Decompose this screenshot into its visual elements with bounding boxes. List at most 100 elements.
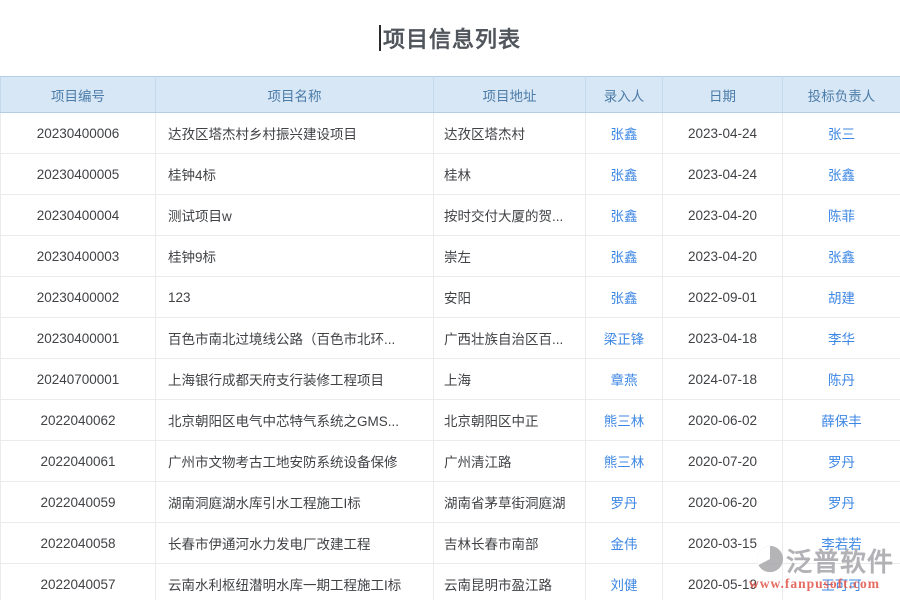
- table-header: 项目编号 项目名称 项目地址 录入人 日期 投标负责人: [1, 77, 900, 113]
- table-row: 20240700001上海银行成都天府支行装修工程项目上海章燕2024-07-1…: [1, 359, 900, 400]
- column-header-date: 日期: [663, 77, 783, 113]
- enterer-link[interactable]: 张鑫: [611, 127, 638, 142]
- table-row: 2022040059湖南洞庭湖水库引水工程施工I标湖南省茅草街洞庭湖罗丹2020…: [1, 482, 900, 523]
- table-row: 2022040061广州市文物考古工地安防系统设备保修广州清江路熊三林2020-…: [1, 441, 900, 482]
- cell-project-name: 广州市文物考古工地安防系统设备保修: [156, 441, 434, 482]
- enterer-link[interactable]: 金伟: [611, 537, 638, 552]
- cell-bid-manager[interactable]: 张三: [783, 113, 900, 154]
- cell-enterer[interactable]: 张鑫: [586, 277, 663, 318]
- bid-manager-link[interactable]: 张鑫: [828, 250, 855, 265]
- table-row: 2022040058长春市伊通河水力发电厂改建工程吉林长春市南部 金伟 2020-0…: [1, 523, 900, 564]
- column-header-enterer: 录入人: [586, 77, 663, 113]
- cell-project-address: 湖南省茅草街洞庭湖: [434, 482, 586, 523]
- cell-bid-manager[interactable]: 李华: [783, 318, 900, 359]
- cell-date: 2023-04-20: [663, 236, 783, 277]
- cell-project-code: 2022040062: [1, 400, 156, 441]
- cell-project-code: 20230400004: [1, 195, 156, 236]
- cell-project-name: 北京朝阳区电气中芯特气系统之GMS...: [156, 400, 434, 441]
- cell-date: 2023-04-24: [663, 113, 783, 154]
- enterer-link[interactable]: 张鑫: [611, 209, 638, 224]
- bid-manager-link[interactable]: 张三: [828, 127, 855, 142]
- cell-bid-manager[interactable]: 王可可: [783, 564, 900, 600]
- cell-enterer[interactable]: 梁正锋: [586, 318, 663, 359]
- cell-enterer[interactable]: 张鑫: [586, 236, 663, 277]
- cell-project-code: 2022040057: [1, 564, 156, 600]
- bid-manager-link[interactable]: 陈菲: [828, 209, 855, 224]
- cell-bid-manager[interactable]: 陈丹: [783, 359, 900, 400]
- cell-bid-manager[interactable]: 罗丹: [783, 482, 900, 523]
- project-table: 项目编号 项目名称 项目地址 录入人 日期 投标负责人 20230400006达…: [0, 76, 900, 600]
- cell-enterer[interactable]: 刘健: [586, 564, 663, 600]
- cell-project-code: 2022040058: [1, 523, 156, 564]
- table-body: 20230400006达孜区塔杰村乡村振兴建设项目达孜区塔杰村张鑫2023-04…: [1, 113, 900, 600]
- cell-bid-manager[interactable]: 罗丹: [783, 441, 900, 482]
- bid-manager-link[interactable]: 王可可: [821, 578, 862, 593]
- enterer-link[interactable]: 罗丹: [611, 496, 638, 511]
- enterer-link[interactable]: 章燕: [611, 373, 638, 388]
- cell-date: 2020-03-15: [663, 523, 783, 564]
- cell-project-code: 20230400005: [1, 154, 156, 195]
- cell-project-code: 20240700001: [1, 359, 156, 400]
- table-row: 20230400004测试项目w按时交付大厦的贺...张鑫2023-04-20陈…: [1, 195, 900, 236]
- cell-date: 2024-07-18: [663, 359, 783, 400]
- bid-manager-link[interactable]: 胡建: [828, 291, 855, 306]
- cell-enterer[interactable]: 章燕: [586, 359, 663, 400]
- cell-project-name: 123: [156, 277, 434, 318]
- title-bar: 项目信息列表: [0, 0, 900, 76]
- bid-manager-link[interactable]: 罗丹: [828, 496, 855, 511]
- cell-enterer[interactable]: 金伟: [586, 523, 663, 564]
- cell-project-address: 吉林长春市南部: [434, 523, 586, 564]
- cell-date: 2023-04-20: [663, 195, 783, 236]
- cell-enterer[interactable]: 张鑫: [586, 195, 663, 236]
- enterer-link[interactable]: 熊三林: [604, 455, 645, 470]
- cell-project-code: 20230400001: [1, 318, 156, 359]
- enterer-link[interactable]: 张鑫: [611, 168, 638, 183]
- table-row: 20230400005桂钟4标桂林张鑫2023-04-24张鑫: [1, 154, 900, 195]
- cell-project-name: 达孜区塔杰村乡村振兴建设项目: [156, 113, 434, 154]
- cell-bid-manager[interactable]: 李若若: [783, 523, 900, 564]
- enterer-link[interactable]: 刘健: [611, 578, 638, 593]
- bid-manager-link[interactable]: 陈丹: [828, 373, 855, 388]
- cell-bid-manager[interactable]: 陈菲: [783, 195, 900, 236]
- cell-enterer[interactable]: 熊三林: [586, 400, 663, 441]
- cell-enterer[interactable]: 张鑫: [586, 113, 663, 154]
- cell-project-name: 湖南洞庭湖水库引水工程施工I标: [156, 482, 434, 523]
- column-header-project-name: 项目名称: [156, 77, 434, 113]
- cell-date: 2022-09-01: [663, 277, 783, 318]
- cell-project-address: 云南昆明市盈江路: [434, 564, 586, 600]
- column-header-bid-manager: 投标负责人: [783, 77, 900, 113]
- cell-project-code: 2022040059: [1, 482, 156, 523]
- bid-manager-link[interactable]: 李华: [828, 332, 855, 347]
- column-header-project-code: 项目编号: [1, 77, 156, 113]
- cell-date: 2020-05-19: [663, 564, 783, 600]
- bid-manager-link[interactable]: 薛保丰: [821, 414, 862, 429]
- enterer-link[interactable]: 梁正锋: [604, 332, 645, 347]
- cell-project-code: 2022040061: [1, 441, 156, 482]
- bid-manager-link[interactable]: 张鑫: [828, 168, 855, 183]
- table-row: 2022040062北京朝阳区电气中芯特气系统之GMS...北京朝阳区中正熊三林…: [1, 400, 900, 441]
- cell-project-name: 桂钟9标: [156, 236, 434, 277]
- cell-project-name: 上海银行成都天府支行装修工程项目: [156, 359, 434, 400]
- cell-bid-manager[interactable]: 张鑫: [783, 236, 900, 277]
- cell-bid-manager[interactable]: 张鑫: [783, 154, 900, 195]
- cell-bid-manager[interactable]: 薛保丰: [783, 400, 900, 441]
- cell-enterer[interactable]: 熊三林: [586, 441, 663, 482]
- cell-bid-manager[interactable]: 胡建: [783, 277, 900, 318]
- enterer-link[interactable]: 张鑫: [611, 250, 638, 265]
- cell-enterer[interactable]: 罗丹: [586, 482, 663, 523]
- bid-manager-link[interactable]: 李若若: [821, 537, 862, 552]
- table-row: 20230400003桂钟9标崇左张鑫2023-04-20张鑫: [1, 236, 900, 277]
- cell-enterer[interactable]: 张鑫: [586, 154, 663, 195]
- enterer-link[interactable]: 张鑫: [611, 291, 638, 306]
- cell-project-name: 长春市伊通河水力发电厂改建工程: [156, 523, 434, 564]
- table-row: 20230400006达孜区塔杰村乡村振兴建设项目达孜区塔杰村张鑫2023-04…: [1, 113, 900, 154]
- cell-project-address: 广西壮族自治区百...: [434, 318, 586, 359]
- cell-project-code: 20230400006: [1, 113, 156, 154]
- cell-date: 2023-04-24: [663, 154, 783, 195]
- text-caret: [379, 25, 381, 51]
- cell-project-address: 安阳: [434, 277, 586, 318]
- cell-project-name: 云南水利枢纽潜明水库一期工程施工I标: [156, 564, 434, 600]
- enterer-link[interactable]: 熊三林: [604, 414, 645, 429]
- cell-project-address: 桂林: [434, 154, 586, 195]
- bid-manager-link[interactable]: 罗丹: [828, 455, 855, 470]
